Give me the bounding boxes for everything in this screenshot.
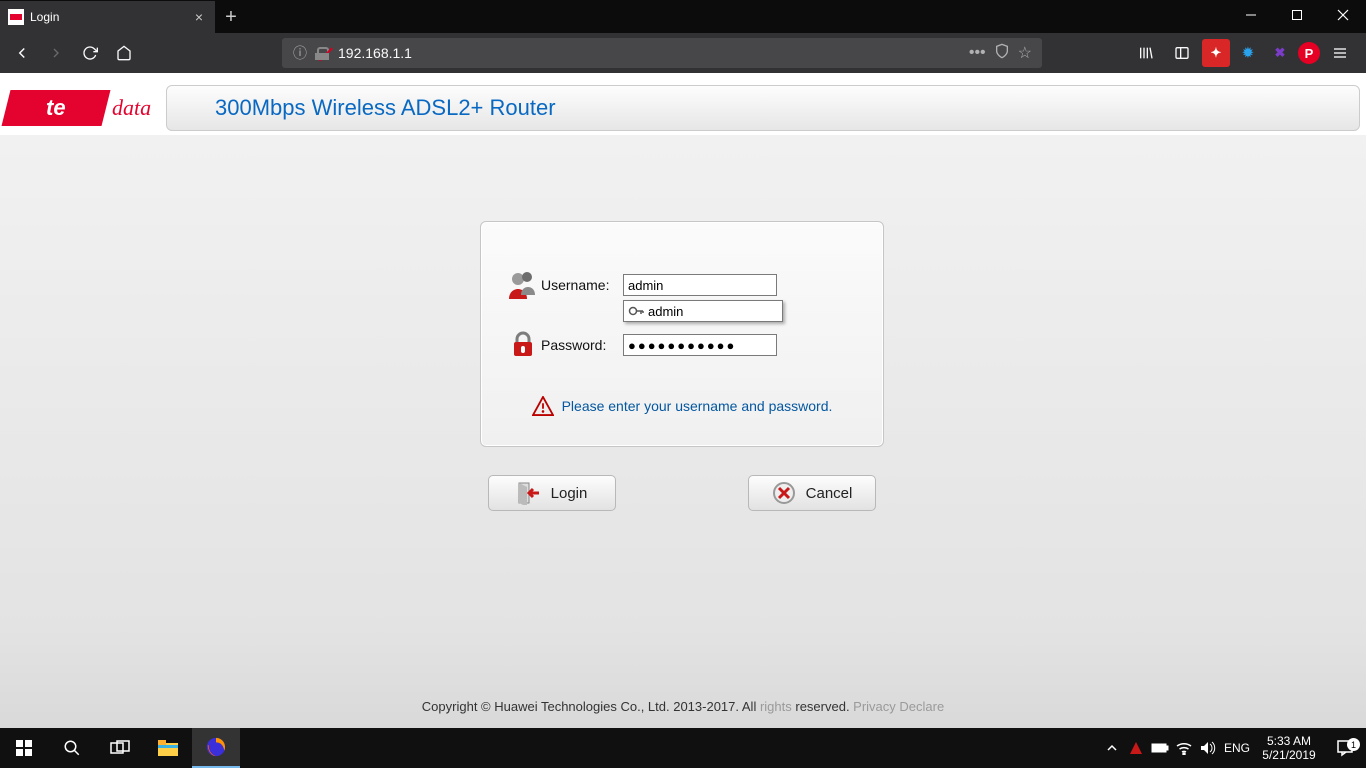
copyright-text-c: reserved. [792, 699, 853, 714]
tab-title: Login [30, 10, 191, 24]
username-label: Username: [541, 277, 623, 293]
forward-button[interactable] [40, 37, 72, 69]
extension-x-icon[interactable]: ✖ [1266, 39, 1294, 67]
login-button-label: Login [551, 485, 588, 502]
cancel-button-label: Cancel [806, 485, 853, 502]
firefox-taskbar-button[interactable] [192, 728, 240, 768]
username-input[interactable] [623, 274, 777, 296]
nav-toolbar: ⓘ 192.168.1.1 ••• ☆ ✦ ✹ ✖ P [0, 33, 1366, 73]
close-tab-icon[interactable]: × [191, 9, 207, 25]
tray-clock[interactable]: 5:33 AM 5/21/2019 [1254, 728, 1324, 768]
file-explorer-button[interactable] [144, 728, 192, 768]
browser-tab[interactable]: Login × [0, 1, 215, 33]
tray-app-icon[interactable] [1124, 728, 1148, 768]
extension-gear-icon[interactable]: ✹ [1234, 39, 1262, 67]
tray-language[interactable]: ENG [1220, 741, 1254, 755]
copyright-text-a: Copyright © Huawei Technologies Co., Ltd… [422, 699, 760, 714]
autocomplete-dropdown: admin [623, 300, 783, 322]
hamburger-menu-icon[interactable] [1324, 37, 1356, 69]
tray-date: 5/21/2019 [1258, 748, 1320, 762]
warning-icon [532, 396, 554, 416]
password-label: Password: [541, 337, 623, 353]
tray-battery-icon[interactable] [1148, 728, 1172, 768]
page-title: 300Mbps Wireless ADSL2+ Router [215, 95, 556, 121]
window-maximize-button[interactable] [1274, 0, 1320, 30]
title-bar: 300Mbps Wireless ADSL2+ Router [166, 85, 1360, 131]
login-icon [517, 481, 541, 505]
extension-adblock-icon[interactable]: ✦ [1202, 39, 1230, 67]
tray-volume-icon[interactable] [1196, 728, 1220, 768]
search-button[interactable] [48, 728, 96, 768]
url-text: 192.168.1.1 [338, 45, 969, 61]
sidebar-icon[interactable] [1166, 37, 1198, 69]
cancel-button[interactable]: Cancel [748, 475, 876, 511]
new-tab-button[interactable]: + [215, 1, 247, 33]
back-button[interactable] [6, 37, 38, 69]
key-icon [628, 303, 644, 319]
tab-bar: Login × + [0, 0, 1366, 33]
tab-favicon [8, 9, 24, 25]
window-close-button[interactable] [1320, 0, 1366, 30]
tracking-protection-icon[interactable] [994, 43, 1010, 64]
footer: Copyright © Huawei Technologies Co., Ltd… [0, 691, 1366, 728]
page-actions-icon[interactable]: ••• [969, 44, 986, 62]
login-card: Username: admin Password: Please enter y… [480, 221, 884, 447]
copyright-text-b: rights [760, 699, 792, 714]
autocomplete-text: admin [648, 304, 683, 319]
site-info-icon[interactable]: ⓘ [292, 45, 308, 61]
logo-suffix-text: data [112, 95, 151, 121]
brand-logo: te data [0, 84, 160, 132]
library-icon[interactable] [1130, 37, 1162, 69]
tray-time: 5:33 AM [1258, 734, 1320, 748]
bookmark-star-icon[interactable]: ☆ [1018, 43, 1032, 63]
tray-chevron-icon[interactable] [1100, 728, 1124, 768]
page-header: te data 300Mbps Wireless ADSL2+ Router [0, 73, 1366, 135]
router-page: te data 300Mbps Wireless ADSL2+ Router U… [0, 73, 1366, 728]
logo-mark-text: te [46, 95, 66, 121]
notification-badge: 1 [1347, 738, 1360, 751]
taskbar: ENG 5:33 AM 5/21/2019 1 [0, 728, 1366, 768]
autocomplete-option[interactable]: admin [624, 301, 782, 321]
lock-icon [505, 329, 541, 361]
login-button[interactable]: Login [488, 475, 616, 511]
window-minimize-button[interactable] [1228, 0, 1274, 30]
cancel-icon [772, 481, 796, 505]
start-button[interactable] [0, 728, 48, 768]
extension-pinterest-icon[interactable]: P [1298, 42, 1320, 64]
hint-text: Please enter your username and password. [562, 398, 833, 414]
tray-notifications-icon[interactable]: 1 [1324, 739, 1366, 757]
tray-wifi-icon[interactable] [1172, 728, 1196, 768]
user-icon [505, 269, 541, 301]
task-view-button[interactable] [96, 728, 144, 768]
password-input[interactable] [623, 334, 777, 356]
insecure-connection-icon [314, 45, 330, 61]
privacy-link[interactable]: Privacy Declare [853, 699, 944, 714]
url-bar[interactable]: ⓘ 192.168.1.1 ••• ☆ [282, 38, 1042, 68]
reload-button[interactable] [74, 37, 106, 69]
home-button[interactable] [108, 37, 140, 69]
